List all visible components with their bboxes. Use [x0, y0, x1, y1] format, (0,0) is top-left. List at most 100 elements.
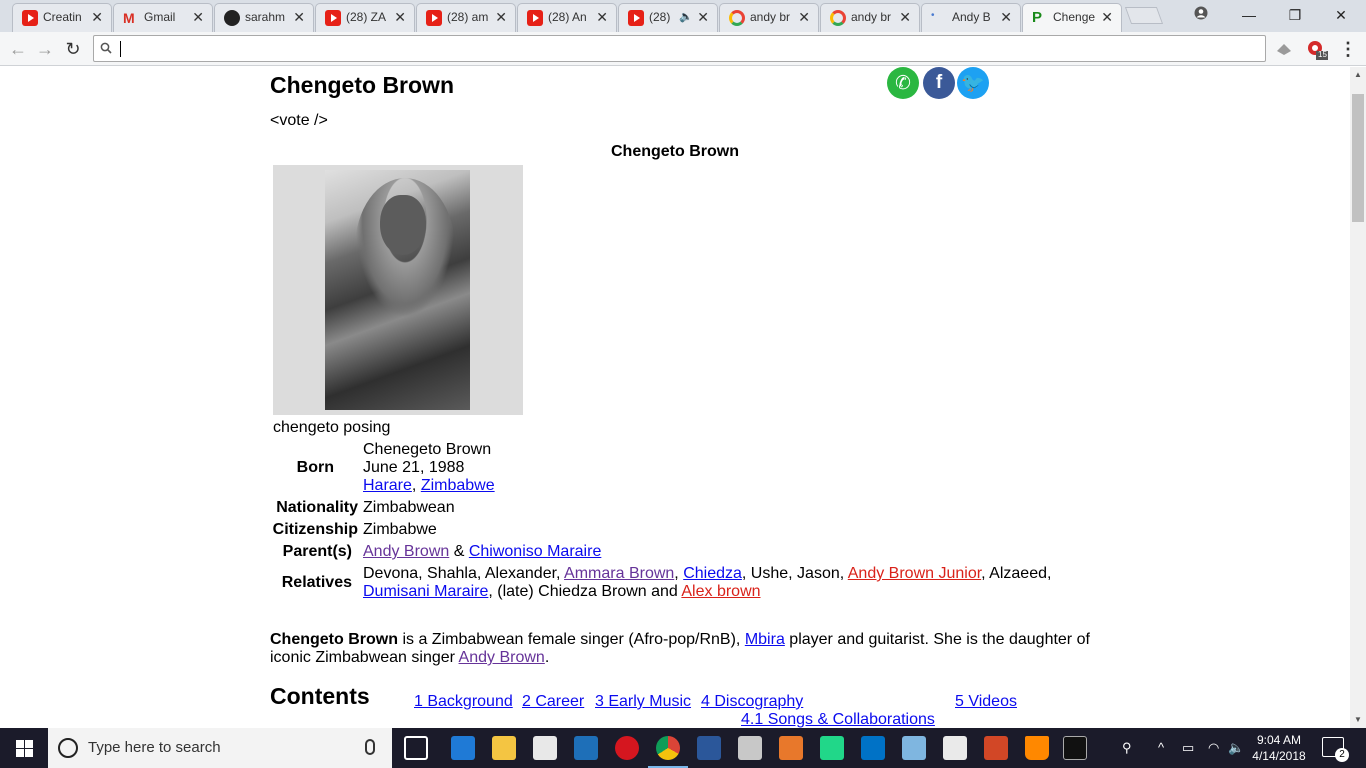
page-title: Chengeto Brown: [270, 72, 454, 98]
edge-icon[interactable]: [451, 736, 475, 760]
chiedza-link[interactable]: Chiedza: [683, 565, 742, 582]
profile-photo[interactable]: [273, 165, 523, 415]
word-icon[interactable]: [697, 736, 721, 760]
dumisani-maraire-link[interactable]: Dumisani Maraire: [363, 583, 488, 600]
chevron-up-icon[interactable]: ^: [1158, 740, 1164, 755]
sublime-icon[interactable]: [779, 736, 803, 760]
alex-brown-link[interactable]: Alex brown: [681, 583, 760, 600]
start-button[interactable]: [0, 728, 48, 768]
tab-youtube-za[interactable]: (28) ZA ✕: [315, 3, 415, 32]
people-icon[interactable]: ⚲: [1122, 740, 1132, 756]
close-icon[interactable]: ✕: [91, 8, 103, 26]
toc-career-link[interactable]: 2 Career: [522, 693, 584, 711]
photos-icon[interactable]: [943, 736, 967, 760]
andy-brown-junior-link[interactable]: Andy Brown Junior: [848, 565, 981, 582]
address-input[interactable]: [122, 39, 1222, 59]
battery-icon[interactable]: ▭: [1182, 740, 1194, 756]
andy-brown-link[interactable]: Andy Brown: [363, 543, 449, 560]
tab-chengeto-active[interactable]: P Chenge ✕: [1022, 3, 1122, 33]
youtube-icon: [628, 10, 644, 26]
toc-videos-link[interactable]: 5 Videos: [955, 693, 1017, 711]
mbira-link[interactable]: Mbira: [745, 631, 785, 648]
close-icon[interactable]: ✕: [1101, 8, 1113, 26]
twitter-icon: 🐦: [961, 72, 985, 94]
reload-button[interactable]: ↻: [61, 37, 85, 61]
close-icon[interactable]: ✕: [293, 8, 305, 26]
mail-icon[interactable]: [533, 736, 557, 760]
file-explorer-icon[interactable]: [492, 736, 516, 760]
close-icon[interactable]: ✕: [798, 8, 810, 26]
menu-icon[interactable]: ⋮: [1336, 37, 1360, 61]
andy-brown-intro-link[interactable]: Andy Brown: [459, 649, 545, 666]
scrollbar-thumb[interactable]: [1352, 94, 1364, 222]
system-clock[interactable]: 9:04 AM 4/14/2018: [1246, 732, 1312, 764]
wifi-icon[interactable]: ◠: [1208, 740, 1219, 756]
powerpoint-icon[interactable]: [984, 736, 1008, 760]
twitter-share-button[interactable]: 🐦: [957, 67, 989, 99]
microphone-icon[interactable]: [365, 739, 375, 755]
extension-icon[interactable]: [1274, 39, 1294, 59]
forward-button[interactable]: →: [33, 37, 57, 61]
outlook-icon[interactable]: [861, 736, 885, 760]
tab-gmail[interactable]: M Gmail ✕: [113, 3, 213, 32]
toc-background-link[interactable]: 1 Background: [414, 693, 513, 711]
close-window-button[interactable]: ✕: [1318, 4, 1364, 26]
chiwoniso-maraire-link[interactable]: Chiwoniso Maraire: [469, 543, 602, 560]
restore-button[interactable]: ❐: [1272, 4, 1318, 26]
tab-youtube-audio[interactable]: (28) 🔈 ✕: [618, 3, 718, 32]
ammara-brown-link[interactable]: Ammara Brown: [564, 565, 674, 582]
speaker-icon[interactable]: 🔈: [679, 10, 693, 23]
scroll-up-arrow-icon[interactable]: ▲: [1350, 67, 1366, 83]
scroll-down-arrow-icon[interactable]: ▼: [1350, 712, 1366, 728]
whatsapp-share-button[interactable]: ✆: [887, 67, 919, 99]
close-icon[interactable]: ✕: [899, 8, 911, 26]
vlc-icon[interactable]: [1025, 736, 1049, 760]
toc-early-music-link[interactable]: 3 Early Music: [595, 693, 691, 711]
tab-youtube-creating[interactable]: Creatin ✕: [12, 3, 112, 32]
chrome-icon[interactable]: [648, 736, 688, 768]
user-icon[interactable]: [1178, 4, 1224, 26]
taskbar-search-box[interactable]: Type here to search: [48, 728, 392, 768]
close-icon[interactable]: ✕: [697, 8, 709, 26]
portrait-image: [325, 170, 470, 410]
terminal-icon[interactable]: [1063, 736, 1087, 760]
tab-youtube-an[interactable]: (28) An ✕: [517, 3, 617, 32]
clock-time: 9:04 AM: [1256, 733, 1302, 747]
tab-title: Gmail: [144, 10, 176, 24]
zimbabwe-link[interactable]: Zimbabwe: [421, 477, 495, 494]
tab-youtube-am[interactable]: (28) am ✕: [416, 3, 516, 32]
extension-badge-icon[interactable]: 15: [1306, 39, 1328, 60]
task-view-icon[interactable]: [404, 736, 428, 760]
tab-google-search-1[interactable]: andy br ✕: [719, 3, 819, 32]
minimize-button[interactable]: —: [1226, 4, 1272, 26]
close-icon[interactable]: ✕: [596, 8, 608, 26]
toc-discography-link[interactable]: 4 Discography: [701, 693, 803, 711]
close-icon[interactable]: ✕: [192, 8, 204, 26]
tab-andy-brown[interactable]: • Andy B ✕: [921, 3, 1021, 32]
opera-icon[interactable]: [615, 736, 639, 760]
new-tab-button[interactable]: [1124, 7, 1164, 24]
infobox-title: Chengeto Brown: [611, 143, 739, 160]
back-button[interactable]: ←: [6, 37, 30, 61]
tab-github[interactable]: sarahm ✕: [214, 3, 314, 32]
infobox-born-row: Born Chenegeto Brown June 21, 1988 Harar…: [0, 441, 1100, 495]
close-icon[interactable]: ✕: [394, 8, 406, 26]
notepad-icon[interactable]: [902, 736, 926, 760]
toc-songs-collaborations-link[interactable]: 4.1 Songs & Collaborations: [741, 711, 935, 728]
action-center-icon[interactable]: 2: [1322, 737, 1349, 762]
page-content: Chengeto Brown ✆ f 🐦 <vote /> Chengeto B…: [0, 67, 1350, 728]
vertical-scrollbar[interactable]: ▲ ▼: [1350, 67, 1366, 728]
born-label: Born: [296, 459, 334, 476]
pycharm-icon[interactable]: [820, 736, 844, 760]
tab-google-search-2[interactable]: andy br ✕: [820, 3, 920, 32]
volume-icon[interactable]: 🔈: [1228, 740, 1244, 756]
close-icon[interactable]: ✕: [495, 8, 507, 26]
close-icon[interactable]: ✕: [1000, 8, 1012, 26]
harare-link[interactable]: Harare: [363, 477, 412, 494]
facebook-share-button[interactable]: f: [923, 67, 955, 99]
address-bar[interactable]: [93, 35, 1266, 62]
clock-date: 4/14/2018: [1252, 749, 1306, 763]
paint-icon[interactable]: [738, 736, 762, 760]
app-icon-blue[interactable]: [574, 736, 598, 760]
facebook-icon: f: [935, 72, 943, 93]
